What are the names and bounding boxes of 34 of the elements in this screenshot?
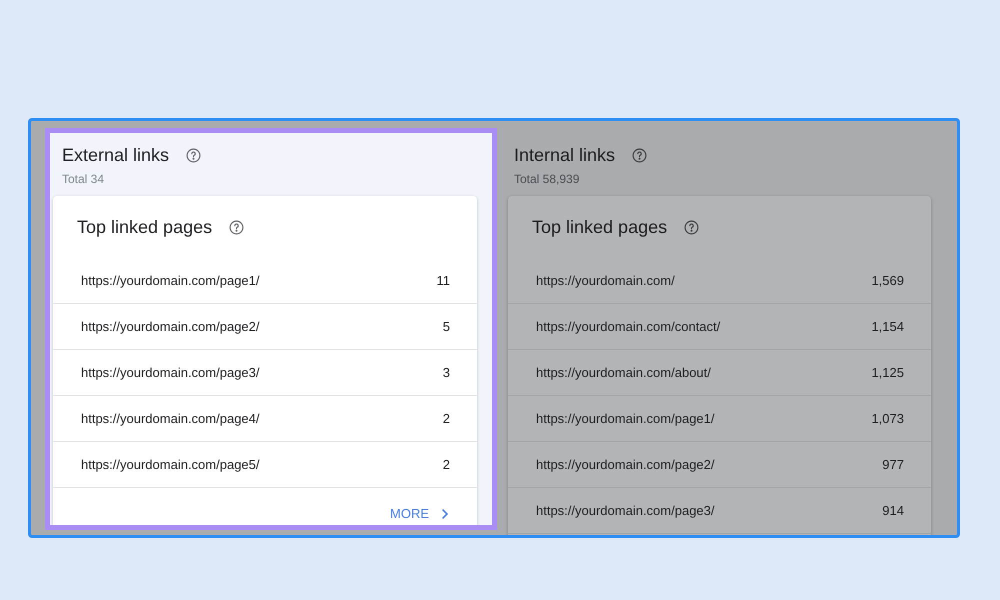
link-count: 977 — [882, 456, 904, 474]
page-url[interactable]: https://yourdomain.com/page1/ — [81, 270, 260, 290]
link-count: 1,569 — [871, 272, 904, 290]
link-count: 5 — [442, 318, 450, 336]
total-count: Total 58,939 — [514, 171, 580, 188]
page-url[interactable]: https://yourdomain.com/page3/ — [536, 500, 714, 520]
link-count: 2 — [442, 456, 450, 474]
page-url[interactable]: https://yourdomain.com/page5/ — [81, 454, 260, 474]
panel-title: Internal links — [514, 144, 616, 167]
page-url[interactable]: https://yourdomain.com/ — [536, 270, 675, 290]
page-url[interactable]: https://yourdomain.com/page1/ — [536, 408, 714, 428]
help-icon[interactable] — [228, 218, 246, 236]
link-count: 1,154 — [871, 318, 904, 336]
link-count: 2 — [442, 410, 450, 428]
page-url[interactable]: https://yourdomain.com/page4/ — [81, 408, 260, 428]
card-title: Top linked pages — [532, 216, 668, 239]
link-count: 914 — [882, 502, 904, 520]
page-url[interactable]: https://yourdomain.com/page2/ — [81, 316, 260, 336]
link-count: 3 — [442, 364, 450, 382]
page-url[interactable]: https://yourdomain.com/about/ — [536, 362, 711, 382]
more-button[interactable]: MORE — [390, 504, 449, 524]
help-icon[interactable] — [631, 147, 648, 164]
panel-title: External links — [62, 144, 170, 167]
page-url[interactable]: https://yourdomain.com/page2/ — [536, 454, 714, 474]
link-count: 1,125 — [871, 364, 904, 382]
help-icon[interactable] — [185, 147, 202, 164]
page-url[interactable]: https://yourdomain.com/contact/ — [536, 316, 720, 336]
page-url[interactable]: https://yourdomain.com/page3/ — [81, 362, 260, 382]
card-title: Top linked pages — [77, 216, 212, 239]
total-count: Total 34 — [62, 171, 106, 188]
help-icon[interactable] — [683, 218, 700, 236]
chevron-right-icon — [441, 508, 449, 520]
link-count: 1,073 — [871, 410, 904, 428]
link-count: 11 — [436, 272, 450, 290]
